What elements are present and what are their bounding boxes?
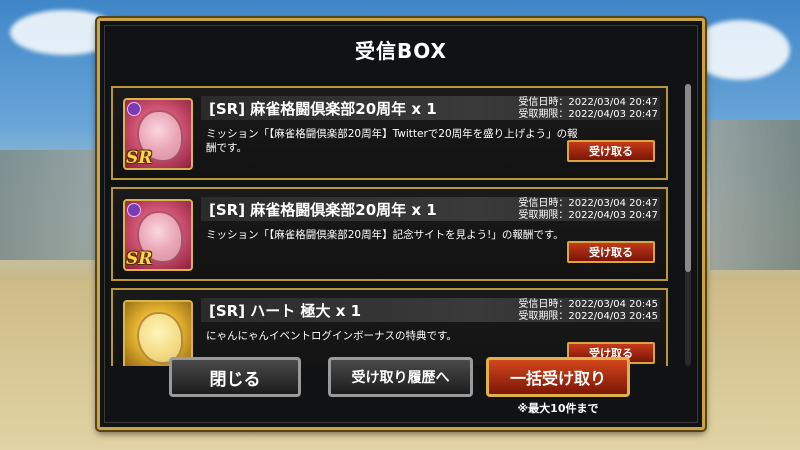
dragon-card-icon: SR — [123, 98, 193, 170]
list-scrollbar[interactable] — [685, 84, 691, 366]
item-dates: 受信日時：2022/03/04 20:47 受取期限：2022/04/03 20… — [518, 97, 658, 121]
gem-icon — [127, 102, 141, 116]
item-description: ミッション「【麻雀格闘倶楽部20周年】Twitterで20周年を盛り上げよう」の… — [206, 128, 578, 154]
item-title: [SR] ハート 極大 x 1 — [209, 302, 362, 320]
receive-button[interactable]: 受け取る — [567, 140, 655, 162]
inbox-item: SR [SR] 麻雀格闘倶楽部20周年 x 1 受信日時：2022/03/04 … — [111, 187, 668, 281]
bulk-receive-button[interactable]: 一括受け取り — [486, 357, 630, 397]
inbox-item: SR [SR] 麻雀格闘倶楽部20周年 x 1 受信日時：2022/03/04 … — [111, 86, 668, 180]
history-button[interactable]: 受け取り履歴へ — [328, 357, 473, 397]
item-title: [SR] 麻雀格闘倶楽部20周年 x 1 — [209, 100, 437, 118]
deadline-date: 受取期限：2022/04/03 20:47 — [518, 210, 658, 221]
gem-icon — [127, 203, 141, 217]
inbox-dialog: 受信BOX SR [SR] 麻雀格闘倶楽部20周年 x 1 受信日時：2022/… — [97, 18, 705, 430]
receive-button[interactable]: 受け取る — [567, 241, 655, 263]
item-dates: 受信日時：2022/03/04 20:45 受取期限：2022/04/03 20… — [518, 299, 658, 323]
received-date: 受信日時：2022/03/04 20:47 — [518, 97, 658, 108]
item-description: にゃんにゃんイベントログインボーナスの特典です。 — [206, 330, 457, 342]
received-date: 受信日時：2022/03/04 20:45 — [518, 299, 658, 310]
sr-badge: SR — [126, 249, 153, 269]
close-button[interactable]: 閉じる — [169, 357, 301, 397]
item-dates: 受信日時：2022/03/04 20:47 受取期限：2022/04/03 20… — [518, 198, 658, 222]
deadline-date: 受取期限：2022/04/03 20:47 — [518, 109, 658, 120]
sr-badge: SR — [126, 148, 153, 168]
received-date: 受信日時：2022/03/04 20:47 — [518, 198, 658, 209]
background-wall — [0, 150, 110, 260]
background-cloud — [690, 20, 790, 80]
deadline-date: 受取期限：2022/04/03 20:45 — [518, 311, 658, 322]
inbox-list[interactable]: SR [SR] 麻雀格闘倶楽部20周年 x 1 受信日時：2022/03/04 … — [111, 84, 683, 366]
dialog-title: 受信BOX — [355, 39, 447, 63]
item-description: ミッション「【麻雀格闘倶楽部20周年】記念サイトを見よう!」の報酬です。 — [206, 229, 564, 241]
background-wall — [710, 120, 800, 270]
inbox-item: [SR] ハート 極大 x 1 受信日時：2022/03/04 20:45 受取… — [111, 288, 668, 366]
bulk-limit-note: ※最大10件まで — [517, 402, 599, 415]
item-title: [SR] 麻雀格闘倶楽部20周年 x 1 — [209, 201, 437, 219]
scrollbar-thumb[interactable] — [685, 84, 691, 272]
dragon-card-icon: SR — [123, 199, 193, 271]
